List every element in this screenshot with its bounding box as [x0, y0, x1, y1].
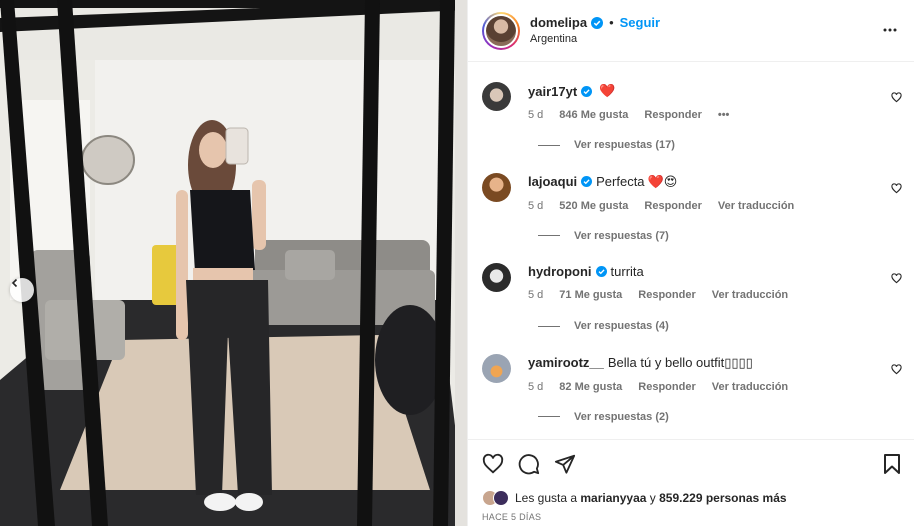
view-replies-button[interactable]: Ver respuestas (4): [538, 320, 669, 332]
comment-text: Perfecta: [596, 174, 645, 189]
comment-likes[interactable]: 71 Me gusta: [559, 289, 622, 301]
reply-button[interactable]: Responder: [638, 381, 695, 393]
heart-icon[interactable]: [891, 273, 902, 284]
heart-icon[interactable]: [891, 92, 902, 103]
liker-avatar[interactable]: [493, 490, 509, 506]
commenter-avatar[interactable]: [482, 353, 511, 383]
reply-button[interactable]: Responder: [638, 289, 695, 301]
view-replies-button[interactable]: Ver respuestas (17): [538, 139, 675, 151]
commenter-username[interactable]: hydroponi: [528, 264, 592, 279]
post-date[interactable]: HACE 5 DÍAS: [482, 512, 541, 522]
comments-list: yair17yt ❤️ 5 d 846 Me gusta Responder •…: [468, 62, 914, 439]
translate-button[interactable]: Ver traducción: [718, 200, 794, 212]
comment-text: Bella tú y bello outfit▯▯▯▯: [607, 354, 753, 370]
likes-count[interactable]: 859.229 personas más: [659, 491, 786, 505]
follow-button[interactable]: Seguir: [620, 15, 660, 31]
commenter-avatar[interactable]: [482, 172, 511, 202]
commenter-username[interactable]: lajoaqui: [528, 174, 577, 189]
translate-button[interactable]: Ver traducción: [712, 289, 788, 301]
reply-button[interactable]: Responder: [644, 109, 701, 121]
author-avatar[interactable]: [482, 11, 520, 50]
comment-item: yair17yt ❤️ 5 d 846 Me gusta Responder •…: [468, 62, 914, 153]
comment-icon[interactable]: [518, 453, 540, 475]
comment-time[interactable]: 5 d: [528, 381, 543, 393]
comment-time[interactable]: 5 d: [528, 289, 543, 301]
heart-icon[interactable]: [891, 363, 902, 375]
post-location[interactable]: Argentina: [530, 31, 660, 47]
post-photo[interactable]: [0, 0, 467, 526]
post-header: domelipa • Seguir Argentina: [468, 0, 914, 62]
likes-conj: y: [649, 491, 656, 505]
likes-prefix: Les gusta a: [515, 491, 578, 505]
translate-button[interactable]: Ver traducción: [712, 381, 788, 393]
previous-photo-button[interactable]: [10, 278, 34, 302]
comment-item: hydroponi turrita 5 d 71 Me gusta Respon…: [468, 243, 914, 334]
commenter-username[interactable]: yamirootz__: [528, 355, 604, 370]
comment-text: turrita: [610, 264, 644, 279]
comment-item: lajoaqui Perfecta ❤️😍 5 d 520 Me gusta R…: [468, 153, 914, 244]
more-options-icon[interactable]: [882, 22, 898, 38]
comment-likes[interactable]: 82 Me gusta: [559, 381, 622, 393]
bookmark-icon[interactable]: [882, 453, 902, 475]
share-icon[interactable]: [554, 453, 576, 475]
author-username[interactable]: domelipa: [530, 15, 587, 31]
comment-emojis: ❤️: [599, 83, 616, 98]
reply-button[interactable]: Responder: [644, 200, 701, 212]
comment-item: yamirootz__ Bella tú y bello outfit▯▯▯▯ …: [468, 334, 914, 425]
view-replies-button[interactable]: Ver respuestas (7): [538, 230, 669, 242]
comment-likes[interactable]: 846 Me gusta: [559, 109, 628, 121]
mirror-selfie-image: [0, 0, 467, 526]
commenter-username[interactable]: yair17yt: [528, 84, 577, 99]
verified-icon: [595, 266, 607, 277]
likes-summary: Les gusta a marianyyaa y 859.229 persona…: [482, 490, 787, 506]
comment-more-button[interactable]: •••: [718, 109, 730, 121]
post-side-panel: domelipa • Seguir Argentina yair17yt ❤️ …: [467, 0, 914, 526]
liker-username[interactable]: marianyyaa: [580, 491, 646, 505]
verified-icon: [581, 176, 593, 187]
verified-icon: [581, 85, 593, 97]
commenter-avatar[interactable]: [482, 263, 511, 292]
comment-likes[interactable]: 520 Me gusta: [559, 200, 628, 212]
comment-time[interactable]: 5 d: [528, 109, 543, 121]
view-replies-button[interactable]: Ver respuestas (2): [538, 411, 669, 423]
commenter-avatar[interactable]: [482, 82, 511, 111]
comment-emojis: ❤️😍: [647, 173, 678, 189]
separator-dot: •: [609, 14, 614, 30]
like-heart-icon[interactable]: [482, 453, 504, 475]
post-actions: Les gusta a marianyyaa y 859.229 persona…: [468, 439, 914, 526]
chevron-left-icon: [11, 278, 18, 288]
verified-icon: [591, 16, 604, 29]
comment-time[interactable]: 5 d: [528, 200, 543, 212]
heart-icon[interactable]: [891, 182, 902, 194]
